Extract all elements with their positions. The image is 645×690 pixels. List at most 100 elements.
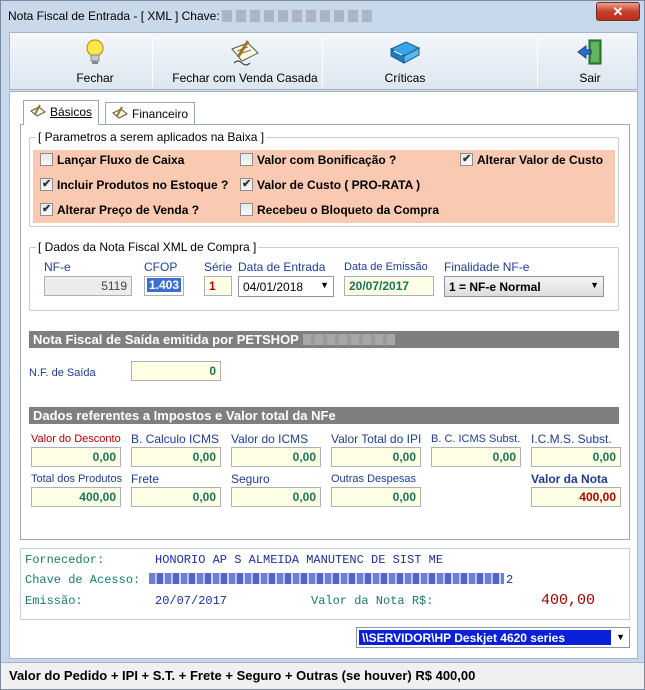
tab-financeiro[interactable]: Financeiro [105,102,196,124]
printer-select[interactable]: \\SERVIDOR\HP Deskjet 4620 series ▼ [356,627,630,648]
alterar-valor-custo-checkbox[interactable]: Alterar Valor de Custo [460,152,603,167]
valor-nota-rs-label: Valor da Nota R$: [311,594,434,608]
cfop-field[interactable]: 1.403 [144,276,184,296]
tab-basicos-label: Básicos [50,105,93,119]
base-icms-field[interactable]: 0,00 [131,447,221,467]
fornecedor-panel: Fornecedor: HONORIO AP S ALMEIDA MANUTEN… [20,548,630,620]
tab-financeiro-label: Financeiro [132,107,189,121]
sign-document-icon [231,40,259,66]
emissao-label: Emissão: [25,594,83,608]
checkbox-box-checked [40,202,53,216]
sair-button[interactable]: Sair [555,35,625,89]
lightbulb-icon [86,39,104,64]
redacted-text [302,334,395,345]
nfe-field[interactable]: 5119 [44,276,132,296]
cfop-label: CFOP [144,260,178,274]
valor-icms-field[interactable]: 0,00 [231,447,321,467]
finalidade-label: Finalidade NF-e [444,260,530,274]
toolbar-separator [152,37,153,87]
saida-section-title: Nota Fiscal de Saída emitida por PETSHOP [33,332,299,347]
criticas-button[interactable]: Críticas [360,35,450,89]
close-window-button[interactable]: ✕ [596,2,640,21]
chevron-down-icon[interactable]: ▼ [616,632,625,642]
valor-desconto-label: Valor do Desconto [31,433,121,445]
saida-section-header: Nota Fiscal de Saída emitida por PETSHOP [29,331,619,348]
fechar-button[interactable]: Fechar [50,35,140,89]
chevron-down-icon[interactable]: ▼ [590,280,599,290]
base-icms-label: B. Calculo ICMS [131,432,220,446]
total-produtos-field[interactable]: 400,00 [31,487,121,507]
data-emissao-field[interactable]: 20/07/2017 [344,276,434,296]
checkbox-label: Recebeu o Bloqueto da Compra [257,203,440,217]
nf-saida-field[interactable]: 0 [131,361,221,381]
window-title: Nota Fiscal de Entrada - [ XML ] Chave: [8,9,220,23]
checkbox-box-checked [240,177,253,191]
data-entrada-picker[interactable]: 04/01/2018 ▼ [238,276,334,297]
title-bar: Nota Fiscal de Entrada - [ XML ] Chave: … [1,1,644,31]
valor-custo-pro-rata-checkbox[interactable]: Valor de Custo ( PRO-RATA ) [240,177,421,192]
impostos-section-header: Dados referentes a Impostos e Valor tota… [29,407,619,424]
seguro-label: Seguro [231,472,270,486]
chevron-down-icon[interactable]: ▼ [320,280,329,290]
parametros-group: [ Parametros a serem aplicados na Baixa … [29,130,619,227]
cfop-value: 1.403 [147,278,182,292]
status-bar: Valor do Pedido + IPI + S.T. + Frete + S… [1,662,644,689]
toolbar-separator [537,37,538,87]
checkbox-label: Valor com Bonificação ? [257,153,397,167]
valor-desconto-field[interactable]: 0,00 [31,447,121,467]
base-icms-st-field[interactable]: 0,00 [431,447,521,467]
content-area: Básicos Financeiro [ Parametros a serem … [9,91,638,659]
checkbox-box-checked [460,152,473,166]
valor-ipi-field[interactable]: 0,00 [331,447,421,467]
fechar-label: Fechar [76,71,114,85]
chave-acesso-redacted [149,573,504,584]
fornecedor-value: HONORIO AP S ALMEIDA MANUTENC DE SIST ME [155,553,444,567]
tab-panel-basicos: [ Parametros a serem aplicados na Baixa … [20,124,630,540]
edit-document-icon [30,104,46,117]
toolbar: Fechar Fechar com Venda Casada Críticas [9,32,638,90]
checkbox-box-checked [40,177,53,191]
tab-basicos[interactable]: Básicos [23,100,100,125]
main-window: Nota Fiscal de Entrada - [ XML ] Chave: … [0,0,645,690]
books-icon [389,41,421,64]
icms-st-label: I.C.M.S. Subst. [531,432,612,446]
outras-despesas-label: Outras Despesas [331,473,416,485]
serie-field[interactable]: 1 [204,276,232,296]
recebeu-bloqueto-checkbox[interactable]: Recebeu o Bloqueto da Compra [240,203,439,217]
seguro-field[interactable]: 0,00 [231,487,321,507]
edit-document-icon [112,106,128,119]
valor-ipi-label: Valor Total do IPI [331,432,422,446]
total-produtos-label: Total dos Produtos [31,473,123,485]
serie-label: Série [204,260,233,274]
checkbox-box [240,203,253,216]
data-entrada-value: 04/01/2018 [243,280,304,294]
data-emissao-label: Data de Emissão [344,261,428,273]
dados-xml-title: [ Dados da Nota Fiscal XML de Compra ] [36,240,259,254]
fornecedor-label: Fornecedor: [25,553,105,567]
finalidade-select[interactable]: 1 = NF-e Normal ▼ [444,276,604,297]
valor-bonificacao-checkbox[interactable]: Valor com Bonificação ? [240,153,396,167]
lancar-fluxo-caixa-checkbox[interactable]: Lançar Fluxo de Caixa [40,153,184,167]
nf-saida-label: N.F. de Saída [29,367,96,379]
nfe-label: NF-e [44,260,71,274]
icms-st-field[interactable]: 0,00 [531,447,621,467]
outras-despesas-field[interactable]: 0,00 [331,487,421,507]
checkbox-box [40,153,53,166]
valor-nota-rs-value: 400,00 [541,592,596,609]
fechar-venda-casada-button[interactable]: Fechar com Venda Casada [170,35,320,89]
fechar-venda-label: Fechar com Venda Casada [172,71,318,85]
base-icms-st-label: B. C. ICMS Subst. [431,433,521,445]
alterar-preco-venda-checkbox[interactable]: Alterar Preço de Venda ? [40,202,199,217]
chave-acesso-label: Chave de Acesso: [25,573,141,587]
checkbox-label: Incluir Produtos no Estoque ? [57,178,229,192]
title-key-redacted [222,10,372,22]
frete-field[interactable]: 0,00 [131,487,221,507]
chave-acesso-tail: 2 [506,573,514,587]
finalidade-value: 1 = NF-e Normal [449,280,541,294]
valor-nota-field[interactable]: 400,00 [531,487,621,507]
parametros-title: [ Parametros a serem aplicados na Baixa … [36,130,267,144]
incluir-produtos-estoque-checkbox[interactable]: Incluir Produtos no Estoque ? [40,177,229,192]
criticas-label: Críticas [384,71,426,85]
emissao-value: 20/07/2017 [155,594,228,608]
checkbox-label: Valor de Custo ( PRO-RATA ) [257,178,421,192]
